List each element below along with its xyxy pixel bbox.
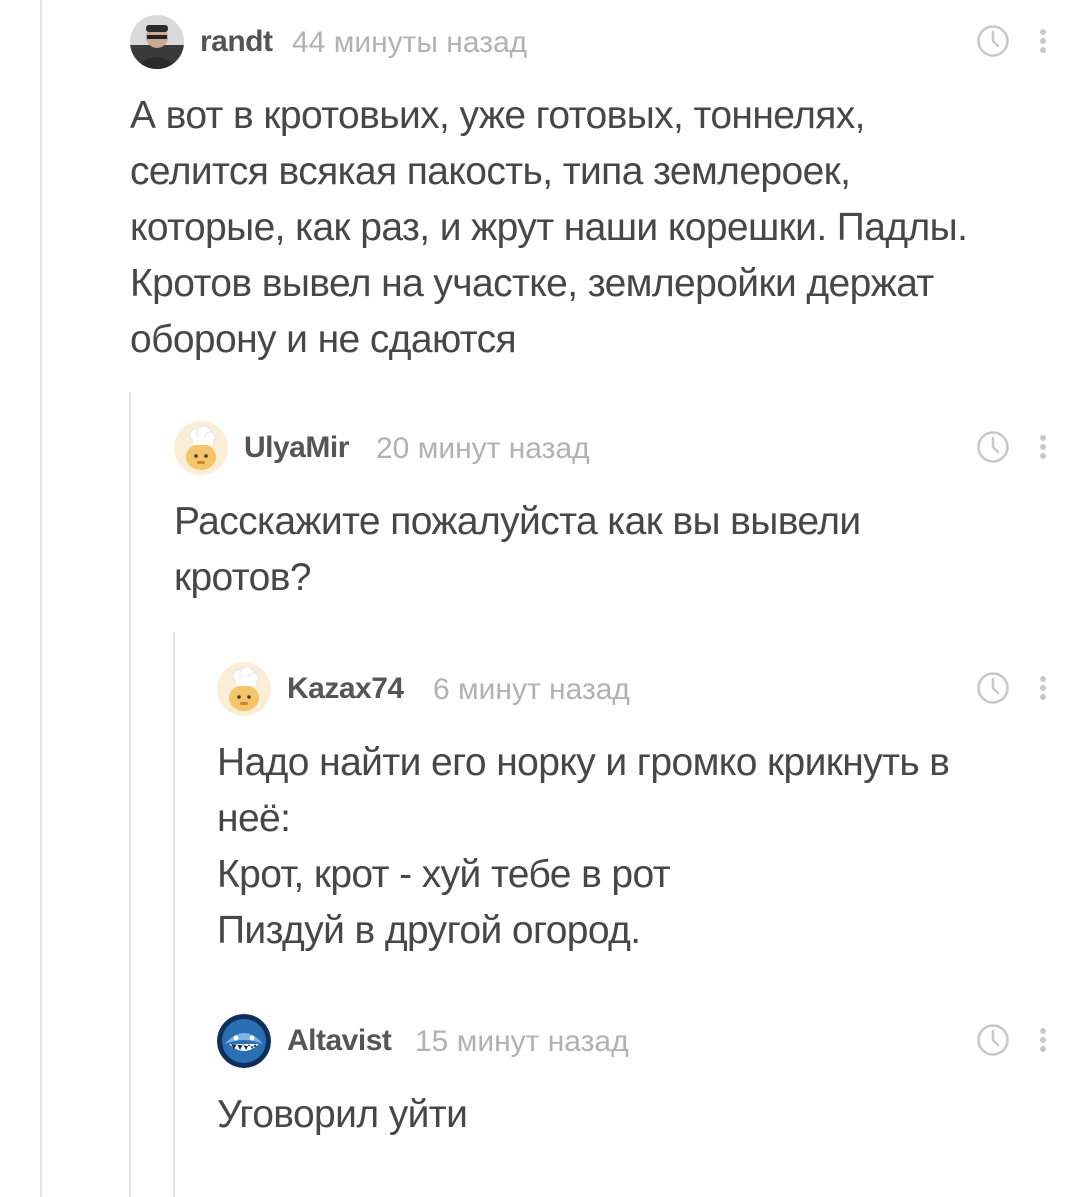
comment-text: Надо найти его норку и громко крикнуть в…	[217, 735, 1050, 959]
default-chef-avatar-icon	[174, 421, 228, 475]
thread-line-level-1[interactable]	[129, 393, 131, 1197]
comment-time[interactable]: 20 минут назад	[376, 432, 590, 466]
comment-text: Расскажите пожалуйста как вы вывели крот…	[174, 494, 1050, 606]
comment-header: Kazax74 6 минут назад	[217, 661, 1050, 717]
avatar[interactable]	[174, 421, 228, 475]
comment-author[interactable]: Altavist	[287, 1024, 392, 1058]
comment-text: А вот в кротовьих, уже готовых, тоннелях…	[130, 88, 1050, 368]
comment-header: randt 44 минуты назад	[130, 14, 1050, 70]
comment-time[interactable]: 15 минут назад	[415, 1025, 629, 1059]
clock-icon[interactable]	[976, 671, 1010, 705]
comment-text-line: селится всякая пакость, типа землероек,	[130, 150, 851, 193]
avatar[interactable]	[217, 662, 271, 716]
shark-avatar-icon	[217, 1014, 271, 1068]
comment-author[interactable]: Kazax74	[287, 672, 404, 706]
comment-text-line: Пиздуй в другой огород.	[217, 909, 641, 952]
more-vertical-icon[interactable]	[1036, 1023, 1050, 1057]
comment-text-line: оборону и не сдаются	[130, 318, 517, 361]
clock-icon[interactable]	[976, 430, 1010, 464]
comment-time[interactable]: 6 минут назад	[433, 673, 630, 707]
comment-author[interactable]: UlyaMir	[244, 431, 349, 465]
clock-icon[interactable]	[976, 1023, 1010, 1057]
comment-author[interactable]: randt	[200, 25, 273, 59]
comment-reply: UlyaMir 20 минут назад Расскажите пожалу…	[174, 420, 1050, 606]
user-photo-avatar-icon	[130, 15, 184, 69]
comment-text-line: А вот в кротовьих, уже готовых, тоннелях…	[130, 94, 866, 137]
comment-header: UlyaMir 20 минут назад	[174, 420, 1050, 476]
thread-line-level-0[interactable]	[40, 0, 42, 1197]
comment-reply: Kazax74 6 минут назад Надо найти его нор…	[217, 661, 1050, 959]
default-chef-avatar-icon	[217, 662, 271, 716]
thread-line-level-2[interactable]	[173, 633, 175, 1197]
comment-text: Уговорил уйти	[217, 1087, 1050, 1143]
more-vertical-icon[interactable]	[1036, 671, 1050, 705]
comment-text-line: Уговорил уйти	[217, 1093, 468, 1136]
comment: randt 44 минуты назад А вот в кротовьих,…	[130, 14, 1050, 368]
avatar[interactable]	[130, 15, 184, 69]
comment-time[interactable]: 44 минуты назад	[292, 26, 527, 60]
more-vertical-icon[interactable]	[1036, 430, 1050, 464]
avatar[interactable]	[217, 1014, 271, 1068]
comment-text-line: Кротов вывел на участке, землеройки держ…	[130, 262, 934, 305]
comment-text-line: неё:	[217, 797, 291, 840]
comment-text-line: Надо найти его норку и громко крикнуть в	[217, 741, 950, 784]
more-vertical-icon[interactable]	[1036, 24, 1050, 58]
comment-text-line: Расскажите пожалуйста как вы вывели	[174, 500, 861, 543]
comment-header: Altavist 15 минут назад	[217, 1013, 1050, 1069]
clock-icon[interactable]	[976, 24, 1010, 58]
comment-text-line: Крот, крот - хуй тебе в рот	[217, 853, 671, 896]
comment-reply: Altavist 15 минут назад Уговорил уйти	[217, 1013, 1050, 1143]
comment-text-line: кротов?	[174, 556, 312, 599]
comment-text-line: которые, как раз, и жрут наши корешки. П…	[130, 206, 968, 249]
